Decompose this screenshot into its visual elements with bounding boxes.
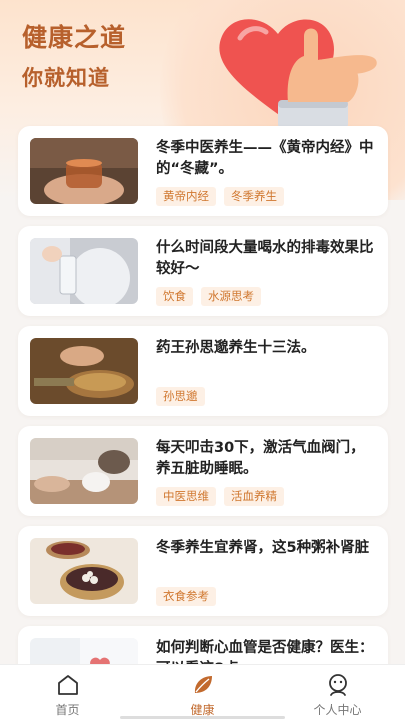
article-card[interactable]: 冬季中医养生——《黄帝内经》中的“冬藏”。 黄帝内经 冬季养生 (18, 126, 388, 216)
tag[interactable]: 活血养精 (224, 487, 284, 506)
article-tags: 孙思邈 (156, 387, 205, 406)
tag[interactable]: 黄帝内经 (156, 187, 216, 206)
tab-profile-label: 个人中心 (313, 703, 362, 717)
article-card[interactable]: 什么时间段大量喝水的排毒效果比较好～ 饮食 水源思考 (18, 226, 388, 316)
profile-icon (328, 674, 347, 696)
article-card[interactable]: 每天叩击30下，激活气血阀门，养五脏助睡眠。 中医思维 活血养精 (18, 426, 388, 516)
bottom-tab-bar: 首页 健康 个人中心 (0, 664, 405, 720)
article-title: 冬季中医养生——《黄帝内经》中的“冬藏”。 (156, 140, 374, 177)
article-tags: 中医思维 活血养精 (156, 487, 284, 506)
article-title: 冬季养生宜养肾，这5种粥补肾脏 (156, 540, 370, 556)
leaf-icon (194, 676, 212, 693)
article-thumbnail-tea (30, 138, 138, 204)
tag[interactable]: 冬季养生 (224, 187, 284, 206)
article-title: 药王孙思邈养生十三法。 (156, 340, 316, 356)
hero-title: 健康之道 (22, 23, 127, 52)
tag[interactable]: 中医思维 (156, 487, 216, 506)
article-thumbnail-porridge (30, 538, 138, 604)
hero-subtitle: 你就知道 (22, 66, 110, 90)
tag[interactable]: 饮食 (156, 287, 193, 306)
article-thumbnail-water (30, 238, 138, 304)
article-thumbnail-herbs (30, 338, 138, 404)
heart-hand-illustration (219, 19, 377, 130)
article-card[interactable]: 冬季养生宜养肾，这5种粥补肾脏 衣食参考 (18, 526, 388, 616)
article-tags: 衣食参考 (156, 587, 216, 606)
tag[interactable]: 衣食参考 (156, 587, 216, 606)
article-card[interactable]: 药王孙思邈养生十三法。 孙思邈 (18, 326, 388, 416)
tag[interactable]: 孙思邈 (156, 387, 205, 406)
article-title: 什么时间段大量喝水的排毒效果比较好～ (156, 240, 374, 277)
article-tags: 黄帝内经 冬季养生 (156, 187, 284, 206)
tab-home[interactable]: 首页 (0, 665, 135, 720)
tab-profile[interactable]: 个人中心 (270, 665, 405, 720)
article-thumbnail-savings (30, 438, 138, 504)
home-indicator (120, 716, 285, 719)
tab-home-label: 首页 (55, 703, 80, 717)
tab-health[interactable]: 健康 (135, 665, 270, 720)
tag[interactable]: 水源思考 (201, 287, 261, 306)
home-icon (57, 675, 78, 695)
article-tags: 饮食 水源思考 (156, 287, 261, 306)
article-title: 每天叩击30下，激活气血阀门，养五脏助睡眠。 (156, 440, 365, 477)
